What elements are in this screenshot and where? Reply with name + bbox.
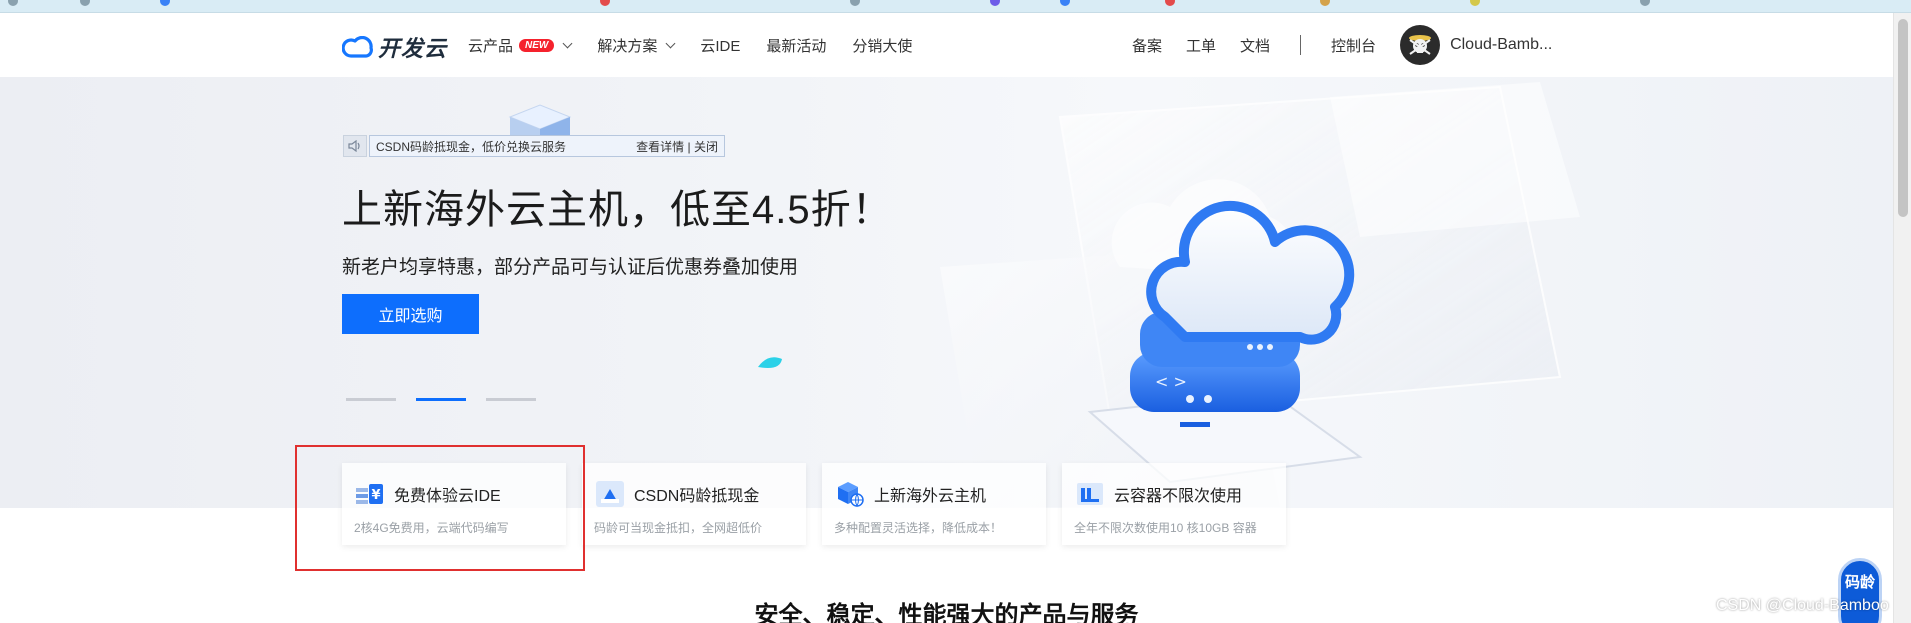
console-link[interactable]: 控制台 [1331, 35, 1376, 56]
buy-now-button[interactable]: 立即选购 [342, 294, 479, 334]
bookmark-icon[interactable] [1640, 0, 1650, 6]
feature-card-csdn-age[interactable]: CSDN码龄抵现金 码龄可当现金抵扣，全网超低价 [582, 463, 806, 545]
carousel-indicator-1[interactable] [346, 398, 396, 401]
page-scrollbar[interactable] [1893, 13, 1911, 623]
nav-item-solutions[interactable]: 解决方案 [597, 35, 676, 56]
ide-coin-icon: ¥ [354, 479, 386, 509]
skull-avatar-icon [1409, 35, 1432, 55]
section-title: 安全、稳定、性能强大的产品与服务 [754, 602, 1139, 623]
logo[interactable]: 开发云 [342, 31, 447, 63]
card-description: 2核4G免费用，云端代码编写 [354, 521, 509, 535]
bookmark-icon[interactable] [1060, 0, 1070, 6]
card-title: 上新海外云主机 [874, 488, 987, 505]
close-announcement-link[interactable]: 关闭 [694, 140, 718, 154]
container-icon [1074, 479, 1106, 509]
card-description: 码龄可当现金抵扣，全网超低价 [594, 521, 763, 535]
gift-icon [594, 479, 626, 509]
site-header: 开发云 云产品 NEW 解决方案 云IDE 最新活动 分销大使 备案 工单 文档… [0, 13, 1893, 77]
nav-item-cloud-ide[interactable]: 云IDE [700, 35, 740, 56]
nav-divider [1300, 35, 1302, 55]
avatar[interactable] [1400, 25, 1441, 65]
announcement-links: 查看详情 | 关闭 [636, 138, 718, 155]
logo-text: 开发云 [378, 36, 448, 61]
nav-item-latest-activities[interactable]: 最新活动 [766, 35, 826, 56]
browser-bookmark-bar [0, 0, 1911, 13]
announcement-bar: CSDN码龄抵现金，低价兑换云服务 查看详情 | 关闭 [343, 135, 725, 157]
bookmark-icon[interactable] [600, 0, 610, 6]
carousel-indicator-2[interactable] [416, 398, 466, 401]
nav-label: 云IDE [700, 37, 741, 55]
card-description: 多种配置灵活选择，降低成本！ [834, 521, 1003, 535]
bookmark-icon[interactable] [160, 0, 170, 6]
user-nav: 备案 工单 文档 控制台 Cloud-Bamb... [1132, 13, 1552, 77]
svg-text:¥: ¥ [371, 488, 380, 503]
announcement-box: CSDN码龄抵现金，低价兑换云服务 查看详情 | 关闭 [369, 135, 725, 157]
card-description: 全年不限次数使用10 核10GB 容器 [1074, 521, 1257, 535]
speaker-icon [343, 135, 367, 157]
hero-subtitle: 新老户均享特惠，部分产品可与认证后优惠券叠加使用 [342, 257, 799, 278]
card-title: CSDN码龄抵现金 [634, 488, 760, 505]
chevron-down-icon [562, 38, 573, 48]
scrollbar-thumb[interactable] [1898, 19, 1908, 217]
gem-icon [758, 357, 782, 368]
username[interactable]: Cloud-Bamb... [1450, 36, 1552, 54]
ticket-link[interactable]: 工单 [1186, 35, 1216, 56]
feature-card-cloud-ide[interactable]: ¥ 免费体验云IDE 2核4G免费用，云端代码编写 [342, 463, 566, 545]
announcement-text: CSDN码龄抵现金，低价兑换云服务 [376, 139, 567, 154]
nav-label: 解决方案 [597, 37, 658, 55]
main-nav: 云产品 NEW 解决方案 云IDE 最新活动 分销大使 [468, 13, 912, 77]
view-details-link[interactable]: 查看详情 [636, 140, 684, 154]
nav-item-cloud-products[interactable]: 云产品 NEW [468, 35, 573, 56]
csdn-watermark: CSDN @Cloud-Bamboo [1716, 597, 1889, 614]
svg-text:< >: < > [1155, 372, 1187, 391]
card-title: 云容器不限次使用 [1114, 488, 1243, 505]
hero-title: 上新海外云主机，低至4.5折！ [342, 188, 893, 232]
chevron-down-icon [665, 38, 676, 48]
nav-label: 云产品 [468, 37, 514, 55]
bookmark-icon[interactable] [1470, 0, 1480, 6]
nav-label: 最新活动 [766, 37, 827, 55]
docs-link[interactable]: 文档 [1240, 35, 1270, 56]
link-separator: | [687, 139, 691, 154]
carousel-indicators [346, 398, 536, 401]
card-title: 免费体验云IDE [394, 488, 501, 505]
cube-globe-icon [834, 479, 866, 509]
feature-card-overseas-host[interactable]: 上新海外云主机 多种配置灵活选择，降低成本！ [822, 463, 1046, 545]
cloud-server-illustration: < > [940, 82, 1580, 507]
bookmark-icon[interactable] [8, 0, 18, 6]
bookmark-icon[interactable] [80, 0, 90, 6]
carousel-indicator-3[interactable] [486, 398, 536, 401]
bookmark-icon[interactable] [850, 0, 860, 6]
nav-item-distribution[interactable]: 分销大使 [852, 35, 912, 56]
bookmark-icon[interactable] [1320, 0, 1330, 6]
feature-card-container[interactable]: 云容器不限次使用 全年不限次数使用10 核10GB 容器 [1062, 463, 1286, 545]
cloud-logo-icon [342, 36, 373, 58]
bookmark-icon[interactable] [990, 0, 1000, 6]
nav-label: 分销大使 [852, 37, 913, 55]
feature-cards: ¥ 免费体验云IDE 2核4G免费用，云端代码编写 CSDN码龄抵现金 码龄可当… [342, 463, 1286, 545]
hero-banner[interactable]: < > CSDN码龄抵现金，低价兑换云服务 查看详情 | 关闭 上新海外云主机，… [0, 77, 1893, 508]
new-badge: NEW [519, 38, 555, 52]
filing-link[interactable]: 备案 [1132, 35, 1162, 56]
bookmark-icon[interactable] [1165, 0, 1175, 6]
